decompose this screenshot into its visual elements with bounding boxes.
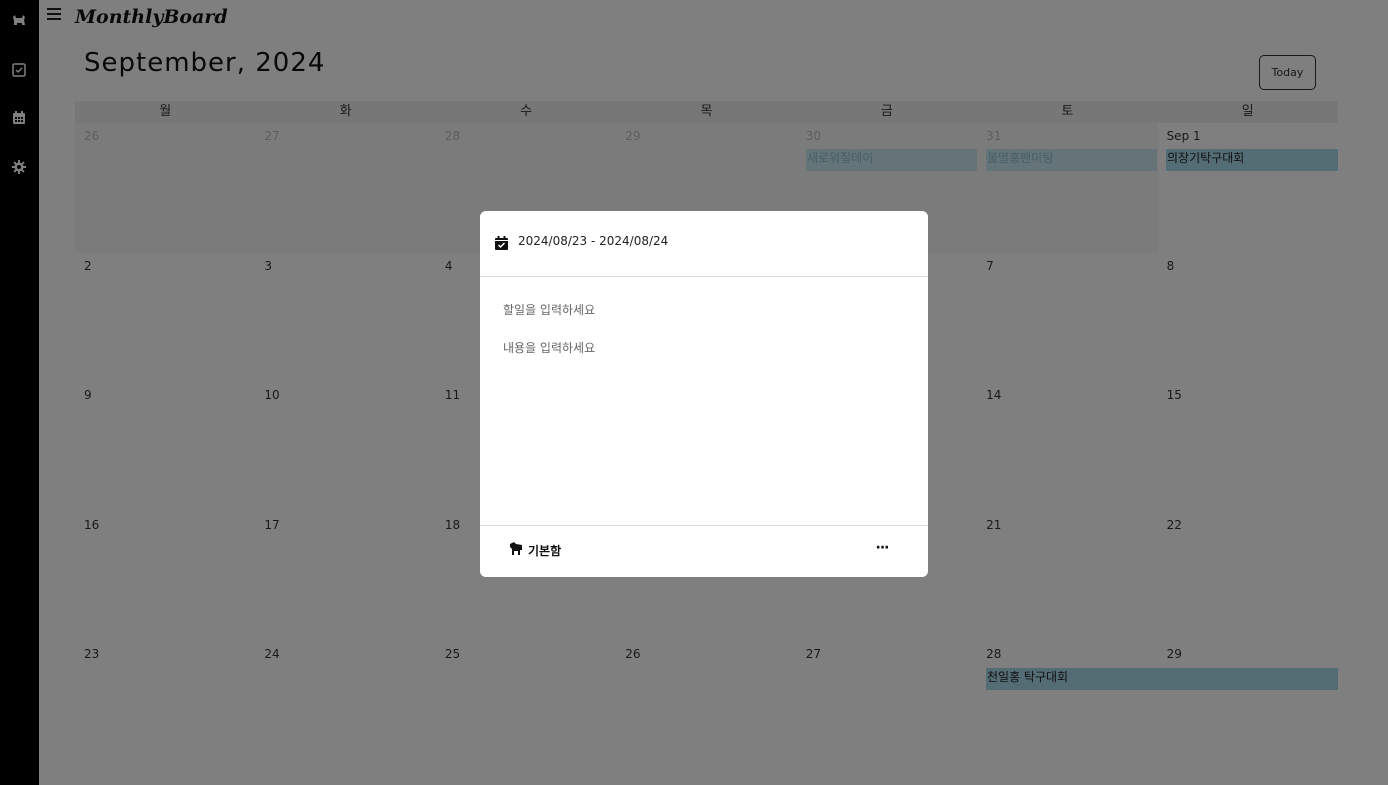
modal-header: 2024/08/23 - 2024/08/24 [480, 211, 928, 277]
modal-footer: 기본함 ··· [480, 525, 928, 577]
calendar-check-icon [495, 236, 508, 250]
category-label[interactable]: 기본함 [528, 542, 561, 559]
todo-modal: 2024/08/23 - 2024/08/24 기본함 ··· [480, 211, 928, 577]
todo-title-input[interactable] [503, 300, 903, 320]
todo-content-input[interactable] [503, 339, 903, 489]
date-range[interactable]: 2024/08/23 - 2024/08/24 [518, 234, 668, 248]
more-options-button[interactable]: ··· [872, 538, 892, 558]
horse-icon [510, 542, 522, 555]
